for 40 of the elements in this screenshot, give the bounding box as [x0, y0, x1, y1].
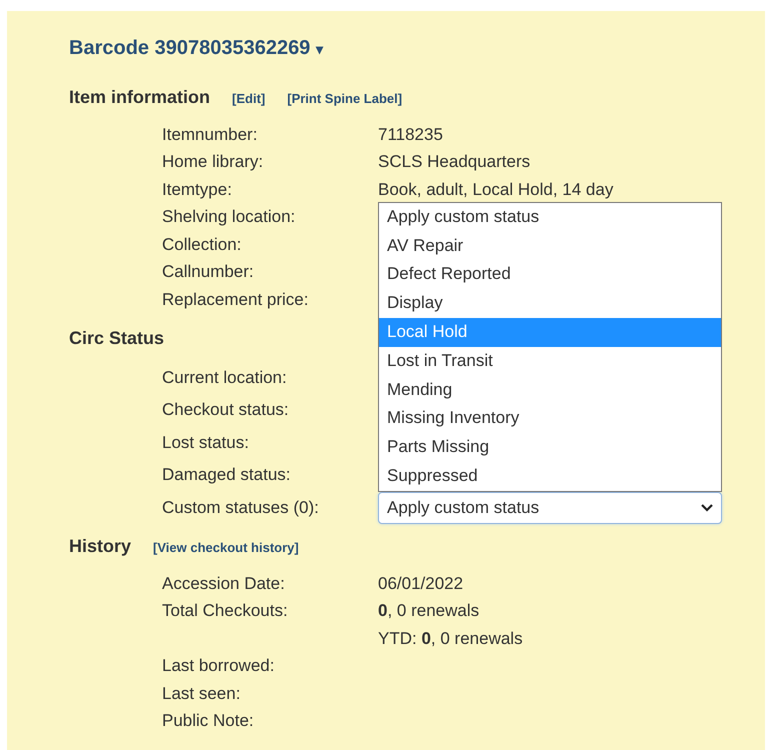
field-label: Custom statuses (0):: [162, 498, 319, 517]
field-label: Accession Date:: [162, 574, 285, 593]
custom-status-select[interactable]: Apply custom status: [378, 492, 722, 524]
field-label: Home library:: [162, 152, 264, 172]
section-link[interactable]: [View checkout history]: [153, 540, 299, 555]
field-label: Callnumber:: [162, 262, 254, 282]
section-link[interactable]: [Print Spine Label]: [287, 91, 402, 106]
field-value: 06/01/2022: [378, 574, 464, 594]
field-label: Checkout status:: [162, 400, 289, 420]
dropdown-option[interactable]: Parts Missing: [379, 433, 721, 462]
field-label: Last borrowed:: [162, 656, 274, 676]
dropdown-option[interactable]: Mending: [379, 376, 721, 404]
field-value: 0, 0 renewals: [378, 601, 480, 622]
field-value: SCLS Headquarters: [378, 152, 530, 172]
field-label: Public Note:: [162, 711, 254, 730]
dropdown-option[interactable]: Display: [379, 289, 721, 318]
field-value: 7118235: [378, 124, 443, 145]
field-label: Damaged status:: [162, 465, 291, 484]
field-value: YTD: 0, 0 renewals: [378, 628, 523, 649]
dropdown-option[interactable]: Apply custom status: [379, 202, 721, 232]
section-link[interactable]: [Edit]: [232, 91, 266, 106]
field-label: Itemnumber:: [162, 124, 258, 144]
field-label: Collection:: [162, 234, 242, 254]
dropdown-option[interactable]: Lost in Transit: [379, 346, 721, 376]
section-heading: History: [69, 536, 132, 557]
field-label: Replacement price:: [162, 290, 308, 309]
dropdown-option[interactable]: AV Repair: [379, 232, 721, 260]
dropdown-option[interactable]: Suppressed: [379, 462, 721, 491]
field-label: Current location:: [162, 368, 287, 387]
field-label: Last seen:: [162, 684, 240, 703]
field-value: Book, adult, Local Hold, 14 day: [378, 180, 614, 200]
barcode-menu-link[interactable]: Barcode 39078035362269 ▾: [69, 37, 323, 59]
field-label: Total Checkouts:: [162, 601, 288, 620]
section-heading: Item information: [69, 87, 210, 108]
field-label: Shelving location:: [162, 207, 296, 226]
field-label: Lost status:: [162, 432, 249, 452]
field-label: Itemtype:: [162, 180, 232, 199]
dropdown-option[interactable]: Missing Inventory: [379, 404, 721, 434]
dropdown-option[interactable]: Defect Reported: [379, 260, 721, 290]
section-heading: Circ Status: [69, 328, 164, 348]
